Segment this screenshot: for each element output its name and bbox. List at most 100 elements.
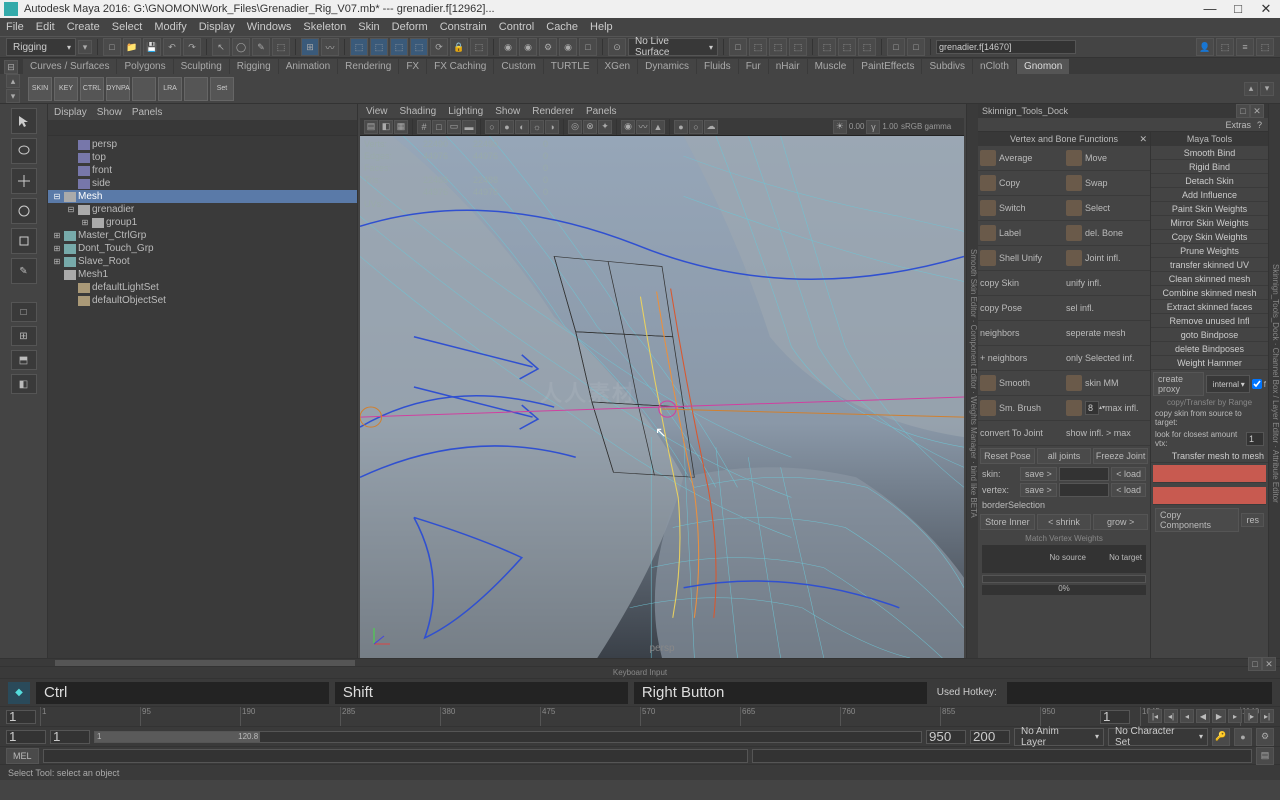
vb-show-infl-max[interactable]: show infl. > max <box>1064 421 1150 446</box>
sym-w-icon[interactable]: ⬚ <box>410 38 428 56</box>
viewport-menu-renderer[interactable]: Renderer <box>532 106 574 117</box>
menu-edit[interactable]: Edit <box>36 21 55 33</box>
menu-control[interactable]: Control <box>499 21 534 33</box>
play-back-icon[interactable]: ◀ <box>1196 709 1210 723</box>
xray-icon[interactable]: □ <box>887 38 905 56</box>
step-back-icon[interactable]: ◂ <box>1180 709 1194 723</box>
shelf-up-icon[interactable]: ▴ <box>6 74 20 88</box>
vp-bookmark-icon[interactable]: ◧ <box>379 120 393 134</box>
panel-a-icon[interactable]: ⬚ <box>818 38 836 56</box>
vb-copy[interactable]: Copy <box>978 171 1064 196</box>
right-dock-tabs[interactable]: Smooth Skin Editor · Component Editor · … <box>966 104 978 658</box>
viewport-menu-panels[interactable]: Panels <box>586 106 617 117</box>
vb-average[interactable]: Average <box>978 146 1064 171</box>
weight-hammer-button[interactable]: Weight Hammer <box>1151 356 1268 370</box>
vb-joint-infl-[interactable]: Joint infl. <box>1064 246 1150 271</box>
vp-film-gate-icon[interactable]: □ <box>432 120 446 134</box>
vb--neighbors[interactable]: + neighbors <box>978 346 1064 371</box>
vp-exposure-icon[interactable]: ☀ <box>833 120 847 134</box>
viewport-menu-view[interactable]: View <box>366 106 388 117</box>
redo-icon[interactable]: ↷ <box>183 38 201 56</box>
script-type-button[interactable]: MEL <box>6 748 39 764</box>
vp-wireframe-icon[interactable]: ○ <box>485 120 499 134</box>
shelf-tab-gnomon[interactable]: Gnomon <box>1017 59 1069 74</box>
shelf-menu-icon[interactable]: ⊟ <box>4 60 18 74</box>
outliner-item-master-ctrlgrp[interactable]: ⊞Master_CtrlGrp <box>48 229 357 242</box>
time-start-field[interactable] <box>6 710 36 724</box>
range-end-inner[interactable] <box>926 730 966 744</box>
shelf-tab-ncloth[interactable]: nCloth <box>973 59 1016 74</box>
shelf-collapse-up-icon[interactable]: ▴ <box>1244 82 1258 96</box>
freeze-joint-button[interactable]: Freeze Joint <box>1093 448 1148 464</box>
vb-label[interactable]: Label <box>978 221 1064 246</box>
shelf-tab-fx[interactable]: FX <box>399 59 426 74</box>
vb-skin-mm[interactable]: skin MM <box>1064 371 1150 396</box>
vp-dof-icon[interactable]: ● <box>674 120 688 134</box>
lock-icon[interactable]: 🔒 <box>450 38 468 56</box>
menu-help[interactable]: Help <box>590 21 613 33</box>
layout-two-v-icon[interactable]: ◧ <box>11 374 37 394</box>
rotate-tool-icon[interactable] <box>11 198 37 224</box>
outliner-tree[interactable]: persptopfrontside⊟Mesh⊟grenadier⊞group1⊞… <box>48 136 357 658</box>
vb-shell-unify[interactable]: Shell Unify <box>978 246 1064 271</box>
outliner-menu-show[interactable]: Show <box>97 107 122 118</box>
construction-icon[interactable]: ⬚ <box>470 38 488 56</box>
open-scene-icon[interactable]: 📁 <box>123 38 141 56</box>
shelf-tab-dynamics[interactable]: Dynamics <box>638 59 696 74</box>
extras-label[interactable]: Extras <box>1225 120 1251 130</box>
close-button[interactable]: ✕ <box>1256 1 1276 17</box>
shelf-collapse-down-icon[interactable]: ▾ <box>1260 82 1274 96</box>
vp-textured-icon[interactable]: ◐ <box>515 120 529 134</box>
store-inner-button[interactable]: Store Inner <box>980 514 1035 530</box>
shelf-tab-custom[interactable]: Custom <box>494 59 542 74</box>
render-view-icon[interactable]: □ <box>579 38 597 56</box>
scale-tool-icon[interactable] <box>11 228 37 254</box>
magnet-icon[interactable]: ⊙ <box>608 38 626 56</box>
vp-shadows-icon[interactable]: ◑ <box>545 120 559 134</box>
copy-components-button[interactable]: Copy Components <box>1155 508 1239 532</box>
vb-sel-infl-[interactable]: sel infl. <box>1064 296 1150 321</box>
vb-seperate-mesh[interactable]: seperate mesh <box>1064 321 1150 346</box>
transfer-skinned-uv-button[interactable]: transfer skinned UV <box>1151 258 1268 272</box>
workspace-mode-dropdown[interactable]: Rigging <box>6 38 76 56</box>
match-scrollbar[interactable] <box>982 575 1146 583</box>
layout-1-icon[interactable]: □ <box>729 38 747 56</box>
vp-select-cam-icon[interactable]: ▤ <box>364 120 378 134</box>
expand-toggle[interactable]: ⊞ <box>52 244 62 253</box>
detach-skin-button[interactable]: Detach Skin <box>1151 174 1268 188</box>
dock-float-icon[interactable]: □ <box>1236 104 1250 118</box>
set-key-icon[interactable]: ● <box>1234 728 1252 746</box>
outliner-item-mesh1[interactable]: Mesh1 <box>48 268 357 281</box>
range-slider[interactable]: 1120.8 <box>94 731 922 743</box>
menu-display[interactable]: Display <box>199 21 235 33</box>
target-mesh-button[interactable] <box>1153 487 1266 505</box>
time-slider[interactable]: 19519028538047557066576085595010451140 |… <box>0 706 1280 726</box>
character-set-dropdown[interactable]: No Character Set <box>1108 728 1208 746</box>
vp-lights-icon[interactable]: ☼ <box>530 120 544 134</box>
skin-load-button[interactable]: < load <box>1111 467 1146 481</box>
viewport-menu-show[interactable]: Show <box>495 106 520 117</box>
grow--button[interactable]: grow > <box>1093 514 1148 530</box>
add-influence-button[interactable]: Add Influence <box>1151 188 1268 202</box>
selection-field[interactable] <box>936 40 1076 54</box>
shelf-tab-rigging[interactable]: Rigging <box>230 59 278 74</box>
vp-aa-icon[interactable]: ▲ <box>651 120 665 134</box>
shelf-tab-muscle[interactable]: Muscle <box>808 59 854 74</box>
res-button[interactable]: res <box>1241 513 1264 527</box>
shelf-tab-polygons[interactable]: Polygons <box>117 59 172 74</box>
snap-grid-icon[interactable]: ⊞ <box>301 38 319 56</box>
toolbar-options-icon[interactable]: ▾ <box>78 40 92 54</box>
source-mesh-button[interactable] <box>1153 465 1266 483</box>
expand-toggle[interactable]: ⊟ <box>52 192 62 201</box>
goto-end-icon[interactable]: ▸| <box>1260 709 1274 723</box>
shelf-button-4[interactable] <box>132 77 156 101</box>
vb-copy-skin[interactable]: copy Skin <box>978 271 1064 296</box>
shelf-tab-painteffects[interactable]: PaintEffects <box>854 59 921 74</box>
command-input[interactable] <box>43 749 748 763</box>
menu-skeleton[interactable]: Skeleton <box>303 21 346 33</box>
shelf-button-1[interactable]: KEY <box>54 77 78 101</box>
viewport-menu-shading[interactable]: Shading <box>400 106 437 117</box>
outliner-item-group1[interactable]: ⊞group1 <box>48 216 357 229</box>
menu-constrain[interactable]: Constrain <box>440 21 487 33</box>
outliner-item-side[interactable]: side <box>48 177 357 190</box>
